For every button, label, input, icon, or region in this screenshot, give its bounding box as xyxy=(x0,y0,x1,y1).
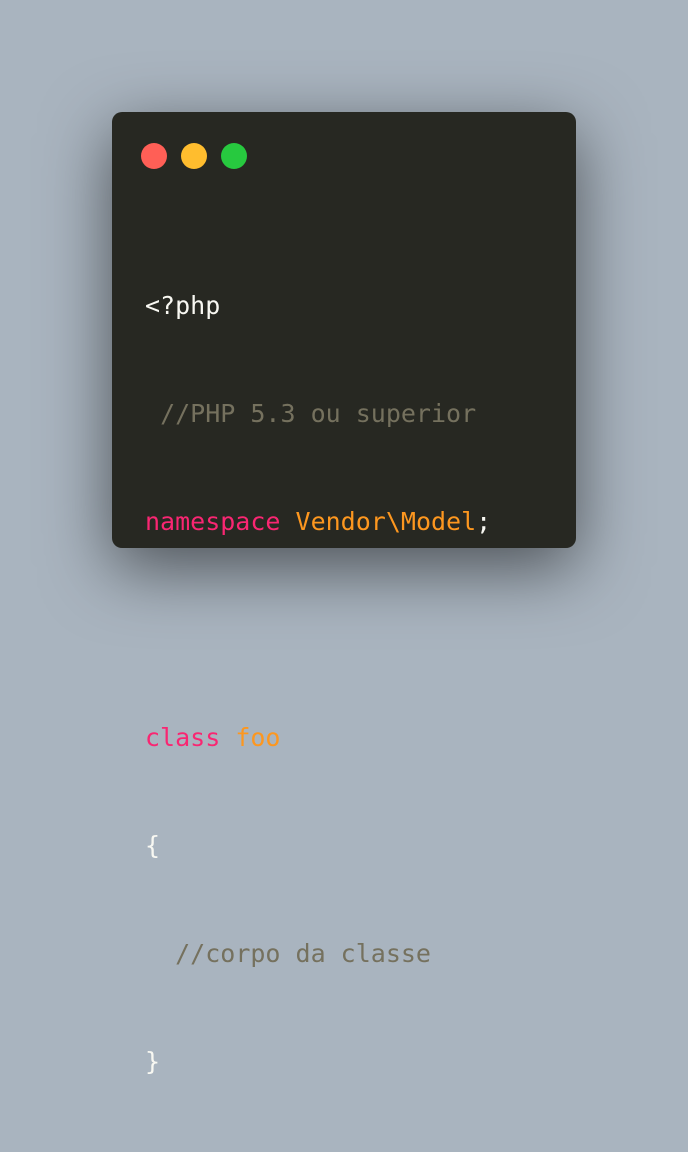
code-line-7: //corpo da classe xyxy=(145,936,491,972)
class-name: foo xyxy=(235,723,281,752)
code-block: <?php //PHP 5.3 ou superior namespace Ve… xyxy=(145,216,491,1152)
close-brace: } xyxy=(145,1047,161,1076)
maximize-button[interactable] xyxy=(221,143,247,169)
code-line-8: } xyxy=(145,1044,491,1080)
code-line-6: { xyxy=(145,828,491,864)
comment-php-version: //PHP 5.3 ou superior xyxy=(160,399,477,428)
code-line-3: namespace Vendor\Model; xyxy=(145,504,491,540)
code-line-5: class foo xyxy=(145,720,491,756)
code-window: <?php //PHP 5.3 ou superior namespace Ve… xyxy=(112,112,576,1076)
comment-class-body: //corpo da classe xyxy=(175,939,431,968)
open-brace: { xyxy=(145,831,161,860)
keyword-class: class xyxy=(145,723,221,752)
keyword-namespace: namespace xyxy=(145,507,281,536)
php-open-tag: <?php xyxy=(145,291,221,320)
namespace-name: Vendor\Model xyxy=(295,507,477,536)
semicolon: ; xyxy=(476,507,492,536)
minimize-button[interactable] xyxy=(181,143,207,169)
code-line-1: <?php xyxy=(145,288,491,324)
close-button[interactable] xyxy=(141,143,167,169)
code-line-2: //PHP 5.3 ou superior xyxy=(145,396,491,432)
